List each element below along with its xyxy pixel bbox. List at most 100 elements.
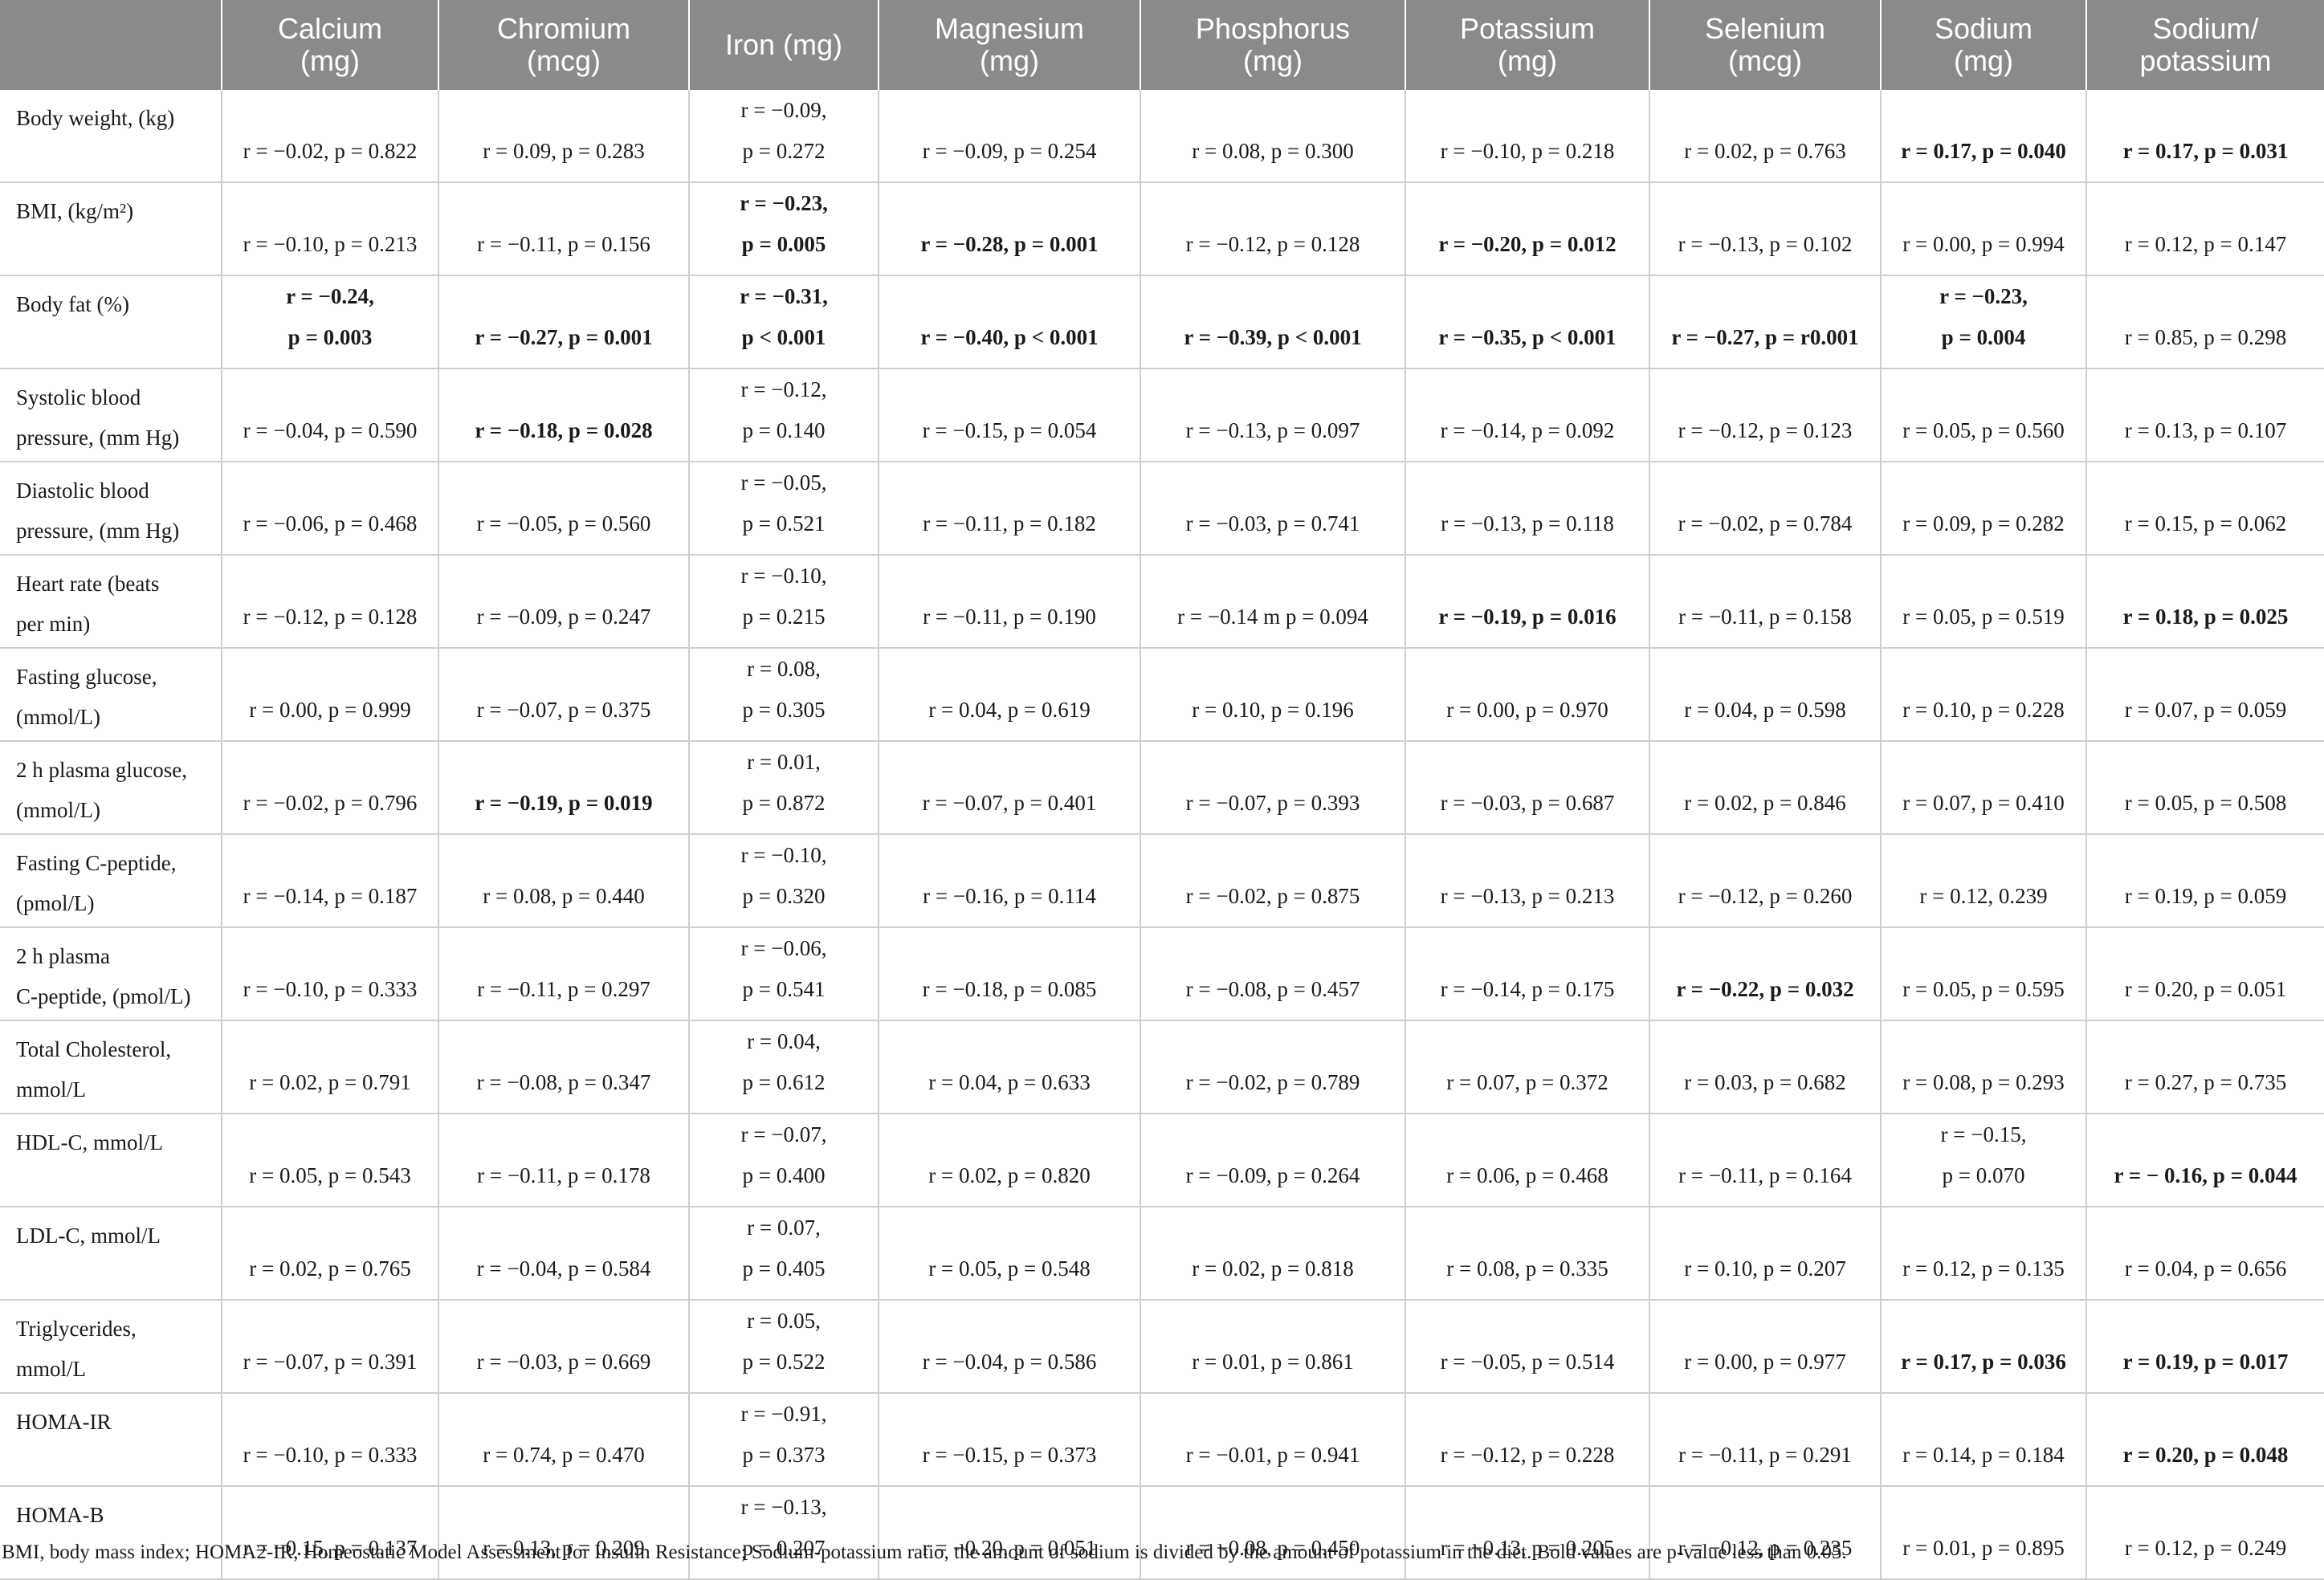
correlation-value: r = 0.02, p = 0.765 <box>249 1256 411 1281</box>
header-cell: Sodium (mg) <box>1880 0 2086 90</box>
correlation-value: r = −0.11, p = 0.158 <box>1678 605 1852 629</box>
correlation-value: r = −0.14, p = 0.187 <box>243 884 418 908</box>
value-cell: r = −0.22, p = 0.032 <box>1649 927 1881 1021</box>
value-cell: r = −0.05, p = 0.514 <box>1405 1300 1649 1394</box>
header-cell: Sodium/ potassium <box>2085 0 2324 90</box>
value-cell: r = −0.27, p = 0.001 <box>438 275 689 369</box>
value-cell: r = −0.20, p = 0.051 <box>878 1486 1140 1580</box>
value-cell: r = −0.12, p = 0.128 <box>1140 182 1405 276</box>
value-cell: r = 0.00, p = 0.999 <box>221 648 438 742</box>
correlation-value: r = 0.07, p = 0.405 <box>742 1216 826 1281</box>
value-cell: r = 0.12, p = 0.135 <box>1880 1207 2086 1301</box>
value-cell: r = −0.02, p = 0.784 <box>1649 462 1881 556</box>
correlation-value: r = 0.27, p = 0.735 <box>2124 1070 2287 1094</box>
correlation-value: r = −0.24, p = 0.003 <box>286 284 374 349</box>
value-cell: r = 0.12, 0.239 <box>1880 834 2086 928</box>
correlation-value: r = −0.10, p = 0.320 <box>740 843 827 908</box>
value-cell: r = 0.17, p = 0.040 <box>1880 90 2086 183</box>
header-cell: Calcium (mg) <box>221 0 438 90</box>
value-cell: r = −0.16, p = 0.114 <box>878 834 1140 928</box>
value-cell: r = −0.15, p = 0.070 <box>1880 1114 2086 1207</box>
value-cell: r = 0.01, p = 0.861 <box>1140 1300 1405 1394</box>
correlation-value: r = 0.04, p = 0.598 <box>1684 698 1846 722</box>
correlation-value: r = −0.10, p = 0.218 <box>1440 139 1615 163</box>
value-cell: r = −0.14, p = 0.187 <box>221 834 438 928</box>
value-cell: r = −0.04, p = 0.584 <box>438 1207 689 1301</box>
row-label: HOMA-IR <box>0 1393 222 1487</box>
correlation-value: r = 0.05, p = 0.543 <box>249 1163 411 1187</box>
correlation-value: r = 0.19, p = 0.017 <box>2122 1350 2289 1374</box>
correlation-value: r = 0.04, p = 0.633 <box>928 1070 1091 1094</box>
row-label: 2 h plasma C-peptide, (pmol/L) <box>0 927 222 1021</box>
table-row: Triglycerides, mmol/L r = −0.07, p = 0.39… <box>0 1300 2324 1394</box>
table-row: LDL-C, mmol/L r = 0.02, p = 0.765 r = −0.0… <box>0 1207 2324 1301</box>
value-cell: r = 0.02, p = 0.791 <box>221 1020 438 1114</box>
correlation-value: r = 0.17, p = 0.031 <box>2122 139 2289 163</box>
value-cell: r = 0.07, p = 0.059 <box>2085 648 2324 742</box>
value-cell: r = −0.07, p = 0.375 <box>438 648 689 742</box>
value-cell: r = −0.07, p = 0.391 <box>221 1300 438 1394</box>
correlation-value: r = −0.20, p = 0.012 <box>1438 232 1617 256</box>
value-cell: r = 0.08, p = 0.300 <box>1140 90 1405 183</box>
correlation-value: r = −0.02, p = 0.789 <box>1185 1070 1360 1094</box>
correlation-value: r = 0.05, p = 0.522 <box>742 1309 826 1374</box>
header-cell: Phosphorus (mg) <box>1140 0 1405 90</box>
value-cell: r = −0.35, p < 0.001 <box>1405 275 1649 369</box>
table-row: BMI, (kg/m²) r = −0.10, p = 0.213 r = −0.1… <box>0 182 2324 276</box>
value-cell: r = 0.17, p = 0.036 <box>1880 1300 2086 1394</box>
correlation-value: r = 0.04, p = 0.656 <box>2124 1256 2287 1281</box>
correlation-value: r = −0.09, p = 0.247 <box>476 605 651 629</box>
value-cell: r = −0.15, p = 0.137 <box>221 1486 438 1580</box>
value-cell: r = 0.04, p = 0.633 <box>878 1020 1140 1114</box>
correlation-value: r = 0.09, p = 0.283 <box>483 139 645 163</box>
value-cell: r = −0.11, p = 0.297 <box>438 927 689 1021</box>
correlation-value: r = 0.10, p = 0.207 <box>1684 1256 1846 1281</box>
correlation-value: r = −0.07, p = 0.401 <box>922 791 1097 815</box>
correlation-value: r = 0.02, p = 0.820 <box>928 1163 1091 1187</box>
value-cell: r = −0.14 m p = 0.094 <box>1140 555 1405 649</box>
table-header: Calcium (mg) Chromium (mcg) Iron (mg) Magne… <box>0 0 2324 90</box>
value-cell: r = −0.05, p = 0.560 <box>438 462 689 556</box>
correlation-value: r = −0.10, p = 0.333 <box>243 977 418 1001</box>
correlation-value: r = 0.05, p = 0.519 <box>1902 605 2065 629</box>
correlation-value: r = −0.14 m p = 0.094 <box>1177 605 1368 629</box>
value-cell: r = 0.08, p = 0.335 <box>1405 1207 1649 1301</box>
correlation-value: r = 0.15, p = 0.062 <box>2124 511 2287 535</box>
value-cell: r = 0.05, p = 0.548 <box>878 1207 1140 1301</box>
header-cell: Magnesium (mg) <box>878 0 1140 90</box>
table-row: Diastolic blood pressure, (mm Hg) r = −0.… <box>0 462 2324 556</box>
value-cell: r = −0.02, p = 0.875 <box>1140 834 1405 928</box>
value-cell: r = 0.08, p = 0.305 <box>688 648 879 742</box>
value-cell: r = − 0.16, p = 0.044 <box>2085 1114 2324 1207</box>
value-cell: r = 0.05, p = 0.560 <box>1880 369 2086 462</box>
value-cell: r = 0.00, p = 0.970 <box>1405 648 1649 742</box>
row-label: Body weight, (kg) <box>0 90 222 183</box>
correlation-value: r = 0.05, p = 0.508 <box>2124 791 2287 815</box>
value-cell: r = −0.09, p = 0.272 <box>688 90 879 183</box>
correlation-value: r = −0.12, p = 0.140 <box>740 377 827 442</box>
correlation-value: r = 0.17, p = 0.040 <box>1901 139 2066 163</box>
value-cell: r = −0.23, p = 0.005 <box>688 182 879 276</box>
value-cell: r = 0.10, p = 0.207 <box>1649 1207 1881 1301</box>
value-cell: r = 0.08, p = 0.440 <box>438 834 689 928</box>
row-label: HDL-C, mmol/L <box>0 1114 222 1207</box>
value-cell: r = −0.10, p = 0.213 <box>221 182 438 276</box>
value-cell: r = 0.02, p = 0.820 <box>878 1114 1140 1207</box>
value-cell: r = −0.18, p = 0.085 <box>878 927 1140 1021</box>
header-cell-empty <box>0 0 222 90</box>
table-row: Total Cholesterol, mmol/L r = 0.02, p = 0… <box>0 1020 2324 1114</box>
correlation-value: r = −0.27, p = r0.001 <box>1671 325 1859 349</box>
correlation-value: r = −0.11, p = 0.190 <box>923 605 1096 629</box>
value-cell: r = −0.09, p = 0.247 <box>438 555 689 649</box>
value-cell: r = −0.02, p = 0.796 <box>221 741 438 835</box>
correlation-value: r = −0.12, p = 0.260 <box>1678 884 1853 908</box>
correlation-value: r = −0.04, p = 0.586 <box>922 1350 1097 1374</box>
correlation-value: r = −0.02, p = 0.822 <box>243 139 418 163</box>
header-row: Calcium (mg) Chromium (mcg) Iron (mg) Magne… <box>0 0 2324 90</box>
correlation-value: r = 0.05, p = 0.548 <box>928 1256 1091 1281</box>
value-cell: r = 0.01, p = 0.872 <box>688 741 879 835</box>
table-row: HOMA-IR r = −0.10, p = 0.333 r = 0.74, p =… <box>0 1393 2324 1487</box>
header-cell: Selenium (mcg) <box>1649 0 1881 90</box>
value-cell: r = −0.08, p = 0.347 <box>438 1020 689 1114</box>
correlation-value: r = 0.85, p = 0.298 <box>2124 325 2287 349</box>
